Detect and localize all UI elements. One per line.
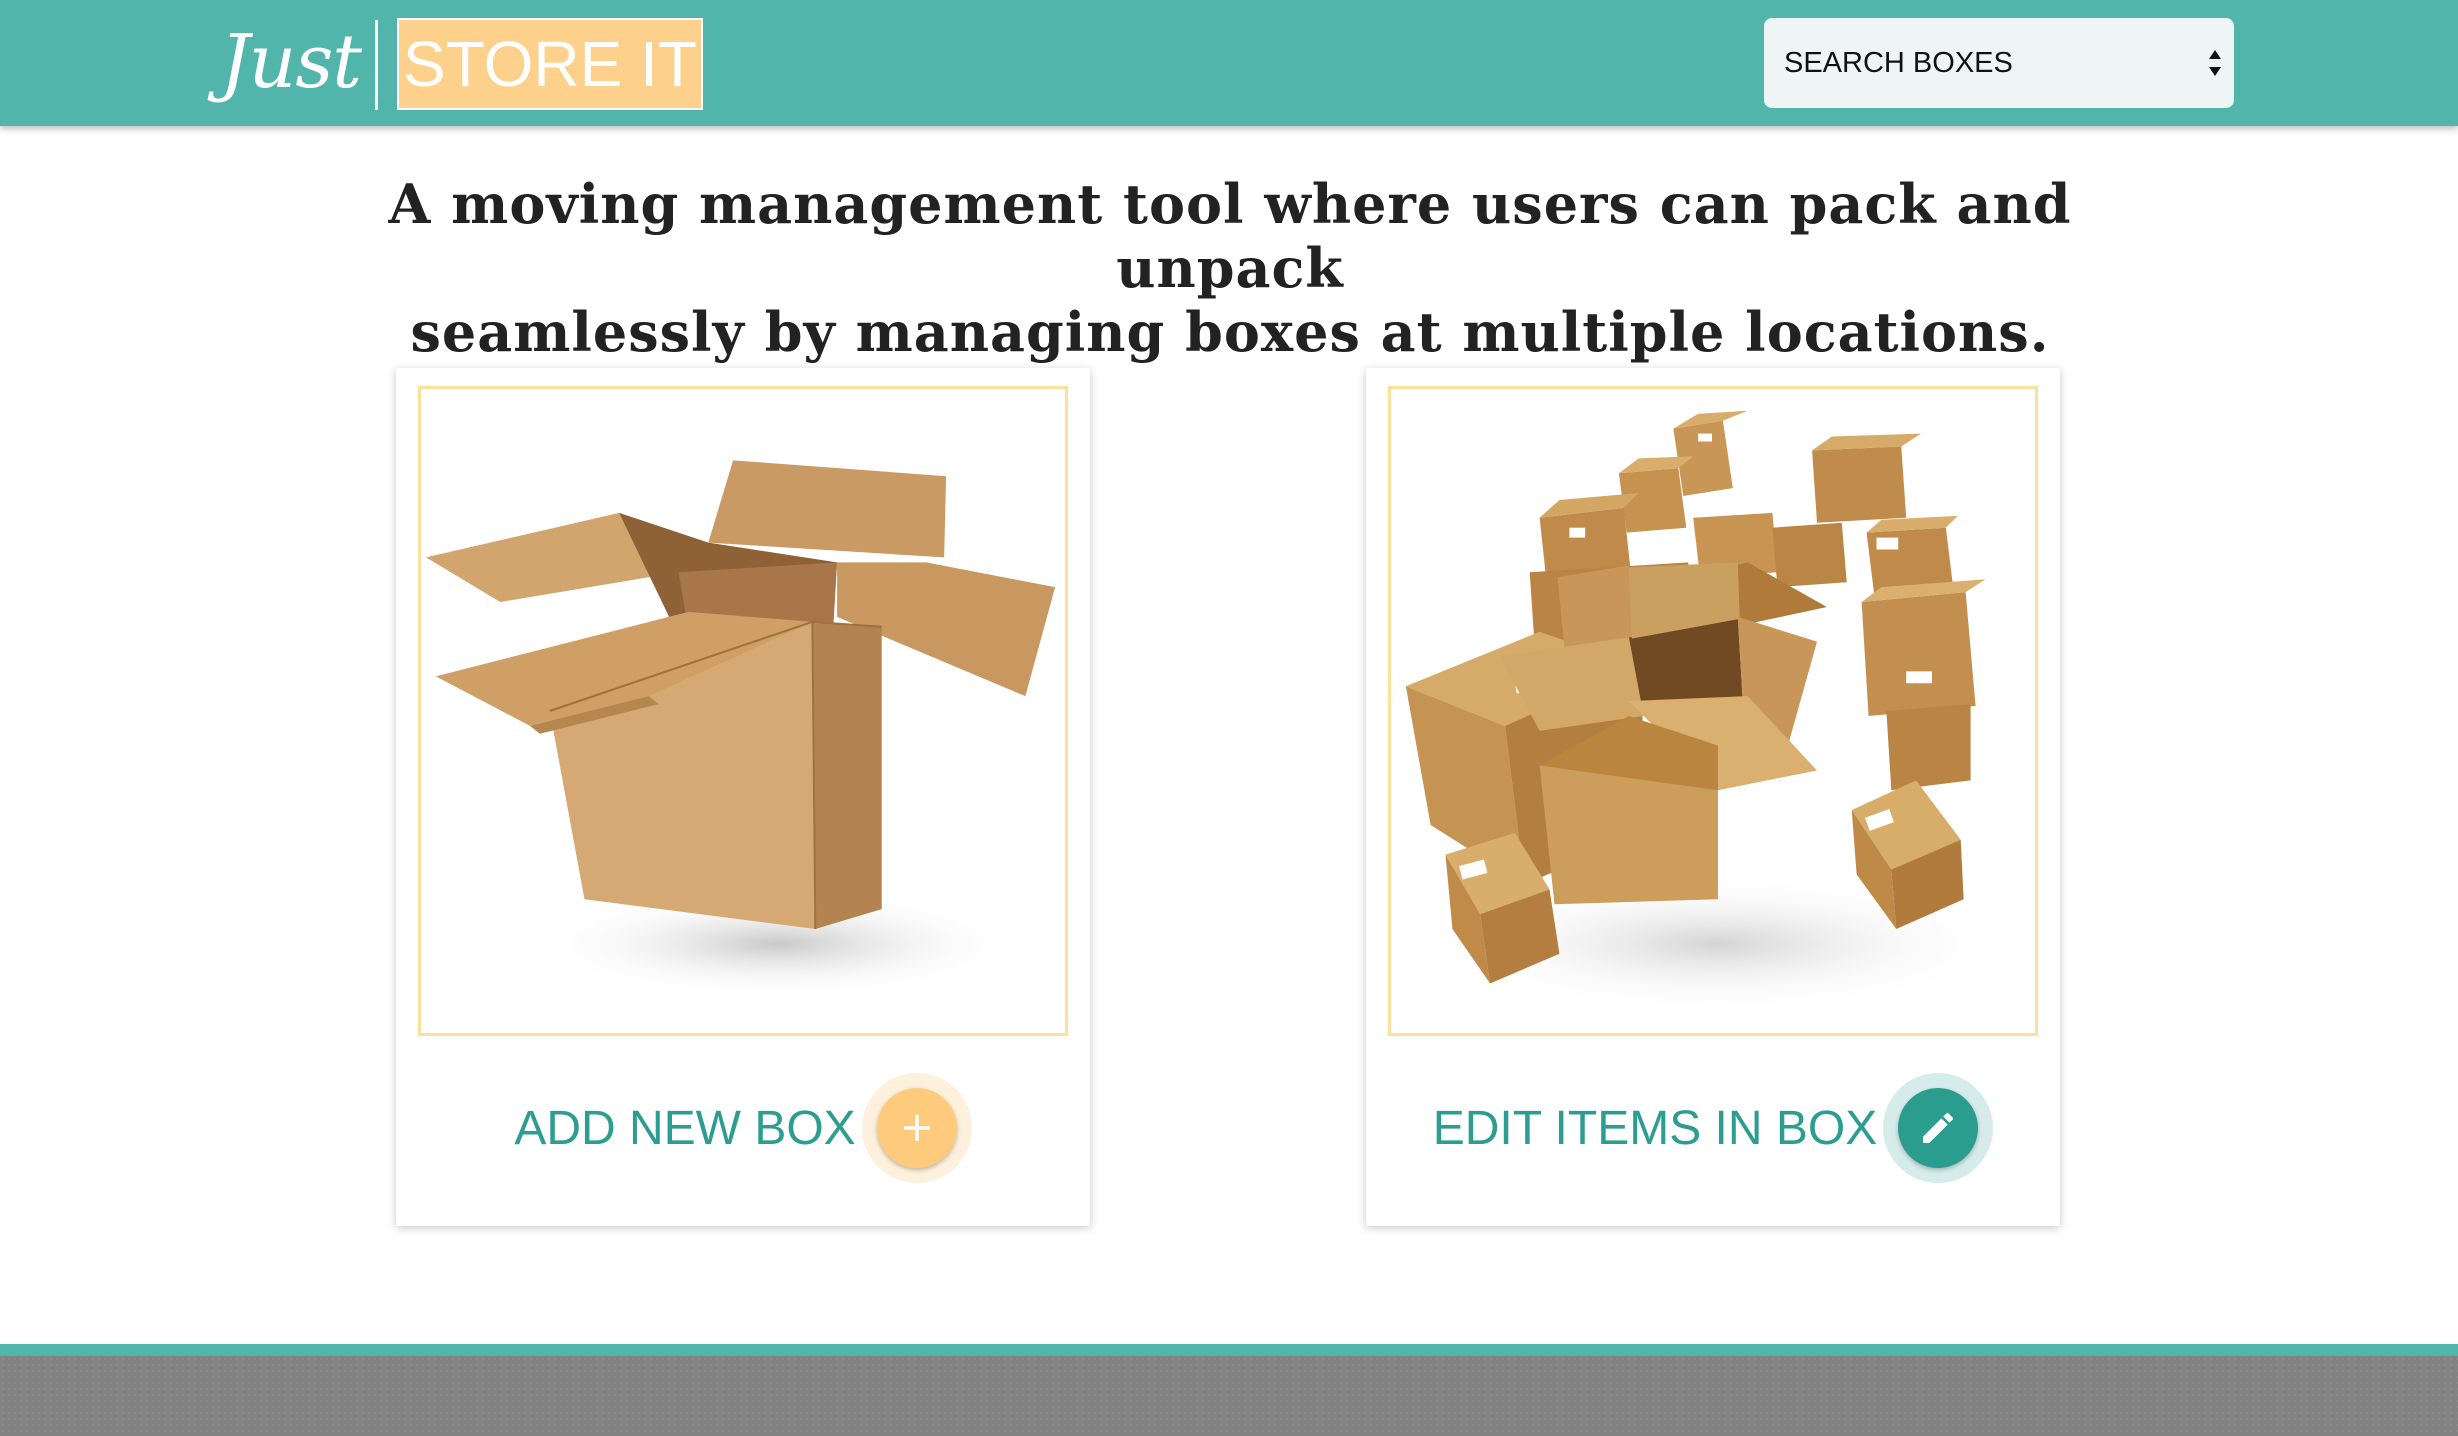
add-new-box-card[interactable]: ADD NEW BOX xyxy=(396,368,1090,1226)
add-new-box-label[interactable]: ADD NEW BOX xyxy=(514,1101,855,1156)
search-boxes-select[interactable]: SEARCH BOXES xyxy=(1764,18,2234,108)
select-arrows-icon xyxy=(2209,50,2221,76)
edit-button-halo xyxy=(1883,1073,1994,1183)
edit-items-label[interactable]: EDIT ITEMS IN BOX xyxy=(1433,1101,1878,1156)
open-box-image[interactable] xyxy=(418,386,1068,1036)
add-new-box-action[interactable]: ADD NEW BOX xyxy=(396,1073,1090,1183)
footer-accent-line xyxy=(0,1344,2458,1356)
footer xyxy=(0,1356,2458,1436)
top-navbar: Just STORE IT SEARCH BOXES xyxy=(0,0,2458,126)
tagline-line-2: seamlessly by managing boxes at multiple… xyxy=(410,300,2050,364)
plus-icon xyxy=(903,1115,930,1141)
logo-divider xyxy=(375,20,378,110)
add-new-box-button[interactable] xyxy=(876,1088,957,1168)
pile-of-cardboard-boxes-illustration xyxy=(1405,410,2016,1014)
logo-store-it[interactable]: STORE IT xyxy=(397,18,703,110)
search-select-value: SEARCH BOXES xyxy=(1784,46,2013,79)
edit-items-action[interactable]: EDIT ITEMS IN BOX xyxy=(1366,1073,2060,1183)
pile-of-boxes-image[interactable] xyxy=(1388,386,2038,1036)
add-box-button-halo xyxy=(861,1073,972,1183)
edit-items-in-box-card[interactable]: EDIT ITEMS IN BOX xyxy=(1366,368,2060,1226)
tagline-line-1: A moving management tool where users can… xyxy=(388,172,2072,300)
open-cardboard-box-illustration xyxy=(425,460,1056,999)
tagline: A moving management tool where users can… xyxy=(340,172,2120,364)
edit-items-button[interactable] xyxy=(1898,1088,1979,1168)
logo-script-text[interactable]: Just xyxy=(220,10,362,114)
pencil-icon xyxy=(1923,1112,1954,1143)
